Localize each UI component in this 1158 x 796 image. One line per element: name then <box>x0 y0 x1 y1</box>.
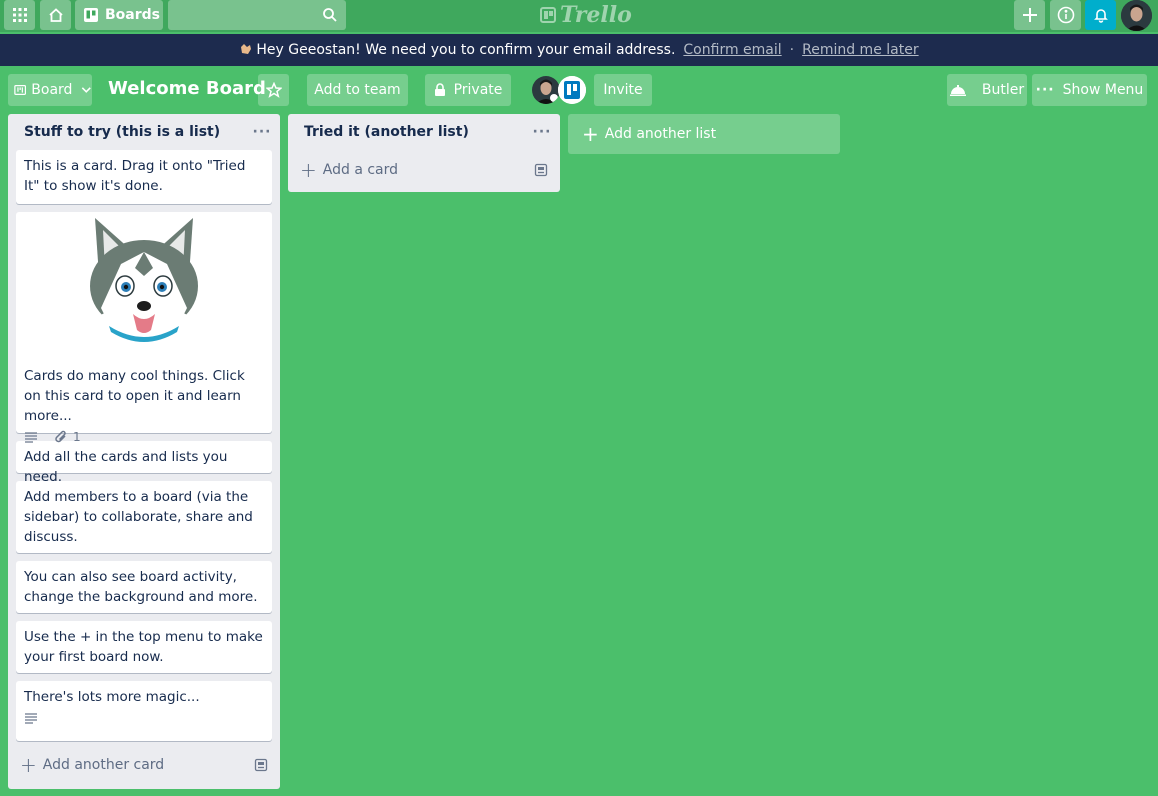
add-list-label: Add another list <box>604 126 717 142</box>
attachment-icon <box>55 430 66 443</box>
avatar-photo <box>1121 0 1152 31</box>
card-text: Add all the cards and lists you need. <box>24 449 228 485</box>
search-input[interactable] <box>168 0 318 30</box>
apps-button[interactable] <box>4 0 35 30</box>
card-cover-image <box>24 216 264 364</box>
list-title[interactable]: Stuff to try (this is a list) <box>16 124 252 140</box>
add-to-team-button[interactable]: Add to team <box>307 74 408 106</box>
card-template-icon[interactable] <box>254 758 268 772</box>
butler-label: Butler <box>981 82 1025 98</box>
description-icon <box>25 713 37 724</box>
user-avatar[interactable] <box>1121 0 1152 31</box>
add-card-button[interactable]: + Add another card <box>8 749 280 781</box>
card-with-cover[interactable]: Cards do many cool things. Click on this… <box>16 212 272 444</box>
email-confirm-banner: Hey Geeostan! We need you to confirm you… <box>0 34 1158 66</box>
card-template-icon[interactable] <box>534 163 548 177</box>
remind-later-link[interactable]: Remind me later <box>802 42 918 58</box>
notifications-button[interactable] <box>1085 0 1116 30</box>
lock-icon <box>434 83 445 96</box>
add-list-button[interactable]: + Add another list <box>568 114 840 154</box>
visibility-button[interactable]: Private <box>425 74 511 106</box>
board-icon <box>84 8 98 22</box>
info-icon <box>1057 6 1074 24</box>
banner-separator: · <box>789 42 795 58</box>
husky-mascot-image <box>85 218 203 342</box>
boards-label: Boards <box>105 7 160 23</box>
card-text: Use the + in the top menu to make your f… <box>24 629 263 665</box>
logo-text: Trello <box>560 2 632 28</box>
visibility-label: Private <box>453 82 503 98</box>
card[interactable]: This is a card. Drag it onto "Tried It" … <box>16 150 272 204</box>
invite-label: Invite <box>603 82 643 98</box>
board-title[interactable]: Welcome Board <box>108 78 266 99</box>
member-avatar-2[interactable] <box>558 76 586 104</box>
member-avatar-1[interactable] <box>532 76 560 104</box>
card-text: This is a card. Drag it onto "Tried It" … <box>24 158 246 194</box>
boards-button[interactable]: Boards <box>75 0 163 30</box>
trello-logo[interactable]: Trello <box>540 2 632 28</box>
butler-button[interactable]: Butler <box>947 74 1027 106</box>
more-icon: ··· <box>1035 82 1055 98</box>
search-icon[interactable] <box>322 7 338 23</box>
card-text: Add members to a board (via the sidebar)… <box>24 489 253 545</box>
star-button[interactable] <box>258 74 289 106</box>
card[interactable]: Add members to a board (via the sidebar)… <box>16 481 272 553</box>
description-icon <box>25 432 37 443</box>
card-badges <box>24 707 264 729</box>
board-view-switcher[interactable]: Board <box>8 74 92 106</box>
list-menu-icon[interactable]: ··· <box>532 124 552 140</box>
waving-hand-icon <box>239 41 253 59</box>
create-button[interactable] <box>1014 0 1045 30</box>
plus-icon: + <box>20 753 37 777</box>
plus-icon <box>1022 8 1037 22</box>
show-menu-label: Show Menu <box>1062 82 1144 98</box>
home-icon <box>48 8 63 22</box>
plus-icon: + <box>300 158 317 182</box>
add-card-button[interactable]: + Add a card <box>288 154 560 186</box>
trello-logo-icon <box>540 7 556 23</box>
bell-icon <box>1093 9 1108 23</box>
top-header: Boards Trello <box>0 0 1158 32</box>
add-card-label: Add another card <box>42 757 165 773</box>
banner-message: Hey Geeostan! We need you to confirm you… <box>256 42 676 58</box>
star-icon <box>265 82 282 98</box>
add-card-label: Add a card <box>322 162 399 178</box>
list-stuff-to-try[interactable]: Stuff to try (this is a list) ··· This i… <box>8 114 280 789</box>
confirm-email-link[interactable]: Confirm email <box>683 42 781 58</box>
card-text: There's lots more magic... <box>24 689 200 705</box>
trello-member-icon <box>558 76 586 104</box>
member-photo <box>536 79 558 104</box>
card[interactable]: Add all the cards and lists you need. <box>16 441 272 485</box>
plus-icon: + <box>582 122 599 146</box>
show-menu-button[interactable]: ··· Show Menu <box>1032 74 1147 106</box>
chevron-down-icon <box>82 87 92 93</box>
add-to-team-label: Add to team <box>314 82 401 98</box>
info-button[interactable] <box>1050 0 1081 30</box>
butler-icon <box>949 85 966 96</box>
search-box[interactable] <box>168 0 346 30</box>
list-title[interactable]: Tried it (another list) <box>296 124 532 140</box>
list-header[interactable]: Stuff to try (this is a list) ··· <box>8 114 280 150</box>
card[interactable]: There's lots more magic... <box>16 681 272 741</box>
card[interactable]: Use the + in the top menu to make your f… <box>16 621 272 673</box>
grid-icon <box>12 8 27 22</box>
home-button[interactable] <box>40 0 71 30</box>
card-text: You can also see board activity, change … <box>24 569 258 605</box>
card-text: Cards do many cool things. Click on this… <box>24 368 245 424</box>
invite-button[interactable]: Invite <box>594 74 652 106</box>
list-header[interactable]: Tried it (another list) ··· <box>288 114 560 150</box>
list-menu-icon[interactable]: ··· <box>252 124 272 140</box>
attachment-count: 1 <box>73 430 81 444</box>
list-tried-it[interactable]: Tried it (another list) ··· + Add a card <box>288 114 560 192</box>
board-view-icon <box>14 84 27 96</box>
card[interactable]: You can also see board activity, change … <box>16 561 272 613</box>
board-view-label: Board <box>31 82 73 98</box>
